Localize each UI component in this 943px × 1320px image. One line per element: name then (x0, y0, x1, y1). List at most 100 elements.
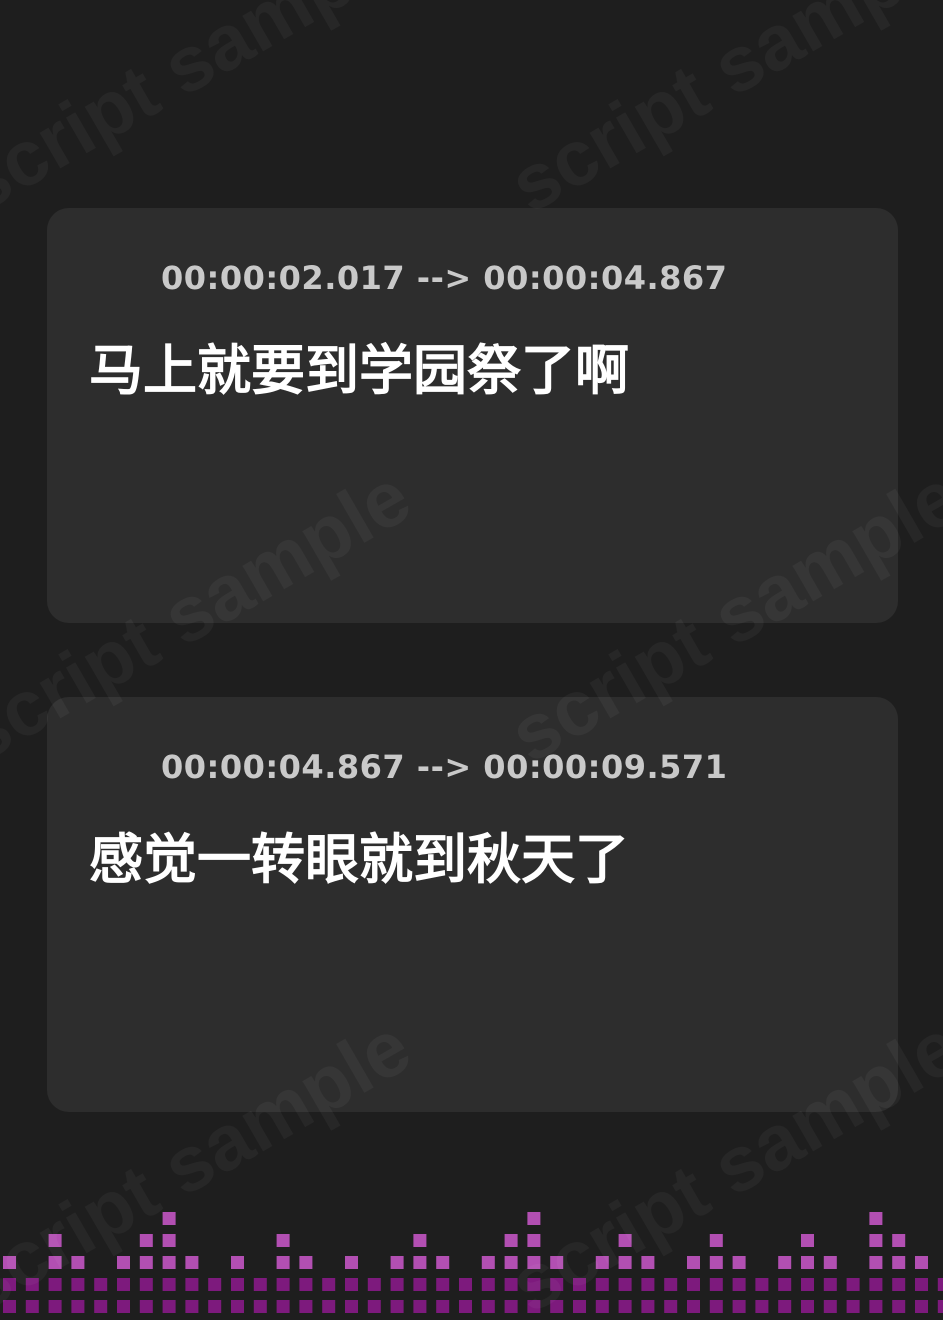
equalizer-block (481, 1278, 495, 1291)
equalizer-block (504, 1234, 518, 1247)
equalizer-block (390, 1300, 404, 1313)
equalizer-block (436, 1278, 450, 1291)
equalizer-block (322, 1300, 336, 1313)
equalizer-block (162, 1234, 176, 1247)
equalizer-block (71, 1300, 85, 1313)
equalizer-block (253, 1300, 267, 1313)
equalizer-block (345, 1300, 358, 1313)
equalizer-block (25, 1278, 39, 1291)
equalizer-block (527, 1212, 541, 1225)
equalizer-block (413, 1234, 427, 1247)
equalizer-block (413, 1256, 427, 1269)
equalizer-block (709, 1256, 723, 1269)
equalizer-block (732, 1278, 746, 1291)
equalizer-block (846, 1278, 860, 1291)
equalizer-block (117, 1256, 130, 1269)
equalizer-block (94, 1278, 108, 1291)
equalizer-block (299, 1256, 313, 1269)
equalizer-block (117, 1278, 130, 1291)
equalizer-block (869, 1212, 883, 1225)
equalizer-block (869, 1278, 883, 1291)
equalizer-block (892, 1278, 906, 1291)
equalizer-block (367, 1300, 381, 1313)
equalizer-block (869, 1300, 883, 1313)
equalizer-block (801, 1300, 814, 1313)
cue-text: 马上就要到学园祭了啊 (89, 339, 629, 402)
equalizer-block (709, 1300, 723, 1313)
equalizer-block (504, 1278, 518, 1291)
equalizer-block (185, 1256, 199, 1269)
equalizer-block (322, 1278, 336, 1291)
equalizer-block (162, 1300, 176, 1313)
equalizer-block (231, 1278, 244, 1291)
equalizer-block (550, 1256, 564, 1269)
cue-text: 感觉一转眼就到秋天了 (89, 828, 629, 891)
equalizer-block (846, 1300, 860, 1313)
equalizer-block (459, 1300, 472, 1313)
equalizer-block (641, 1256, 655, 1269)
equalizer-block (550, 1278, 564, 1291)
equalizer-block (3, 1256, 16, 1269)
equalizer-block (253, 1278, 267, 1291)
equalizer-block (3, 1300, 16, 1313)
equalizer-block (641, 1300, 655, 1313)
equalizer-block (71, 1256, 85, 1269)
equalizer-block (937, 1300, 943, 1313)
equalizer-block (276, 1234, 290, 1247)
equalizer-block (459, 1278, 472, 1291)
equalizer-block (801, 1234, 814, 1247)
equalizer-block (801, 1278, 814, 1291)
equalizer-block (527, 1300, 541, 1313)
equalizer-block (436, 1300, 450, 1313)
equalizer-block (413, 1278, 427, 1291)
watermark: script sample (0, 0, 426, 231)
equalizer-block (139, 1278, 153, 1291)
equalizer-block (618, 1278, 632, 1291)
equalizer-block (345, 1278, 358, 1291)
equalizer-block (139, 1256, 153, 1269)
equalizer-block (276, 1278, 290, 1291)
equalizer-block (869, 1256, 883, 1269)
equalizer-block (755, 1300, 769, 1313)
subtitle-cue-card: 00:00:02.017 --> 00:00:04.867 马上就要到学园祭了啊 (47, 208, 898, 623)
equalizer-block (732, 1256, 746, 1269)
equalizer-block (687, 1256, 700, 1269)
equalizer-block (892, 1300, 906, 1313)
equalizer-block (664, 1278, 678, 1291)
equalizer-block (504, 1256, 518, 1269)
equalizer-block (869, 1234, 883, 1247)
equalizer-block (664, 1300, 678, 1313)
equalizer-block (299, 1300, 313, 1313)
equalizer-block (527, 1234, 541, 1247)
equalizer-block (185, 1300, 199, 1313)
equalizer-block (823, 1300, 837, 1313)
equalizer-block (732, 1300, 746, 1313)
equalizer-block (618, 1234, 632, 1247)
equalizer-block (915, 1256, 928, 1269)
equalizer-block (481, 1300, 495, 1313)
equalizer-block (162, 1212, 176, 1225)
equalizer-block (504, 1300, 518, 1313)
equalizer-block (823, 1256, 837, 1269)
equalizer-block (595, 1278, 609, 1291)
equalizer-block (345, 1256, 358, 1269)
equalizer-block (94, 1300, 108, 1313)
equalizer-block (48, 1234, 62, 1247)
equalizer-block (299, 1278, 313, 1291)
equalizer-block (892, 1234, 906, 1247)
equalizer-block (595, 1256, 609, 1269)
subtitle-cue-card: 00:00:04.867 --> 00:00:09.571 感觉一转眼就到秋天了 (47, 697, 898, 1112)
equalizer-block (413, 1300, 427, 1313)
audio-waveform-icon (90, 745, 136, 785)
equalizer-block (208, 1300, 222, 1313)
watermark: script sample (495, 0, 943, 231)
equalizer-block (641, 1278, 655, 1291)
equalizer-block (595, 1300, 609, 1313)
equalizer-block (573, 1300, 586, 1313)
equalizer-block (550, 1300, 564, 1313)
equalizer-block (48, 1256, 62, 1269)
cue-timestamp: 00:00:04.867 --> 00:00:09.571 (161, 748, 728, 786)
equalizer-block (915, 1300, 928, 1313)
equalizer-block (709, 1234, 723, 1247)
equalizer-block (801, 1256, 814, 1269)
